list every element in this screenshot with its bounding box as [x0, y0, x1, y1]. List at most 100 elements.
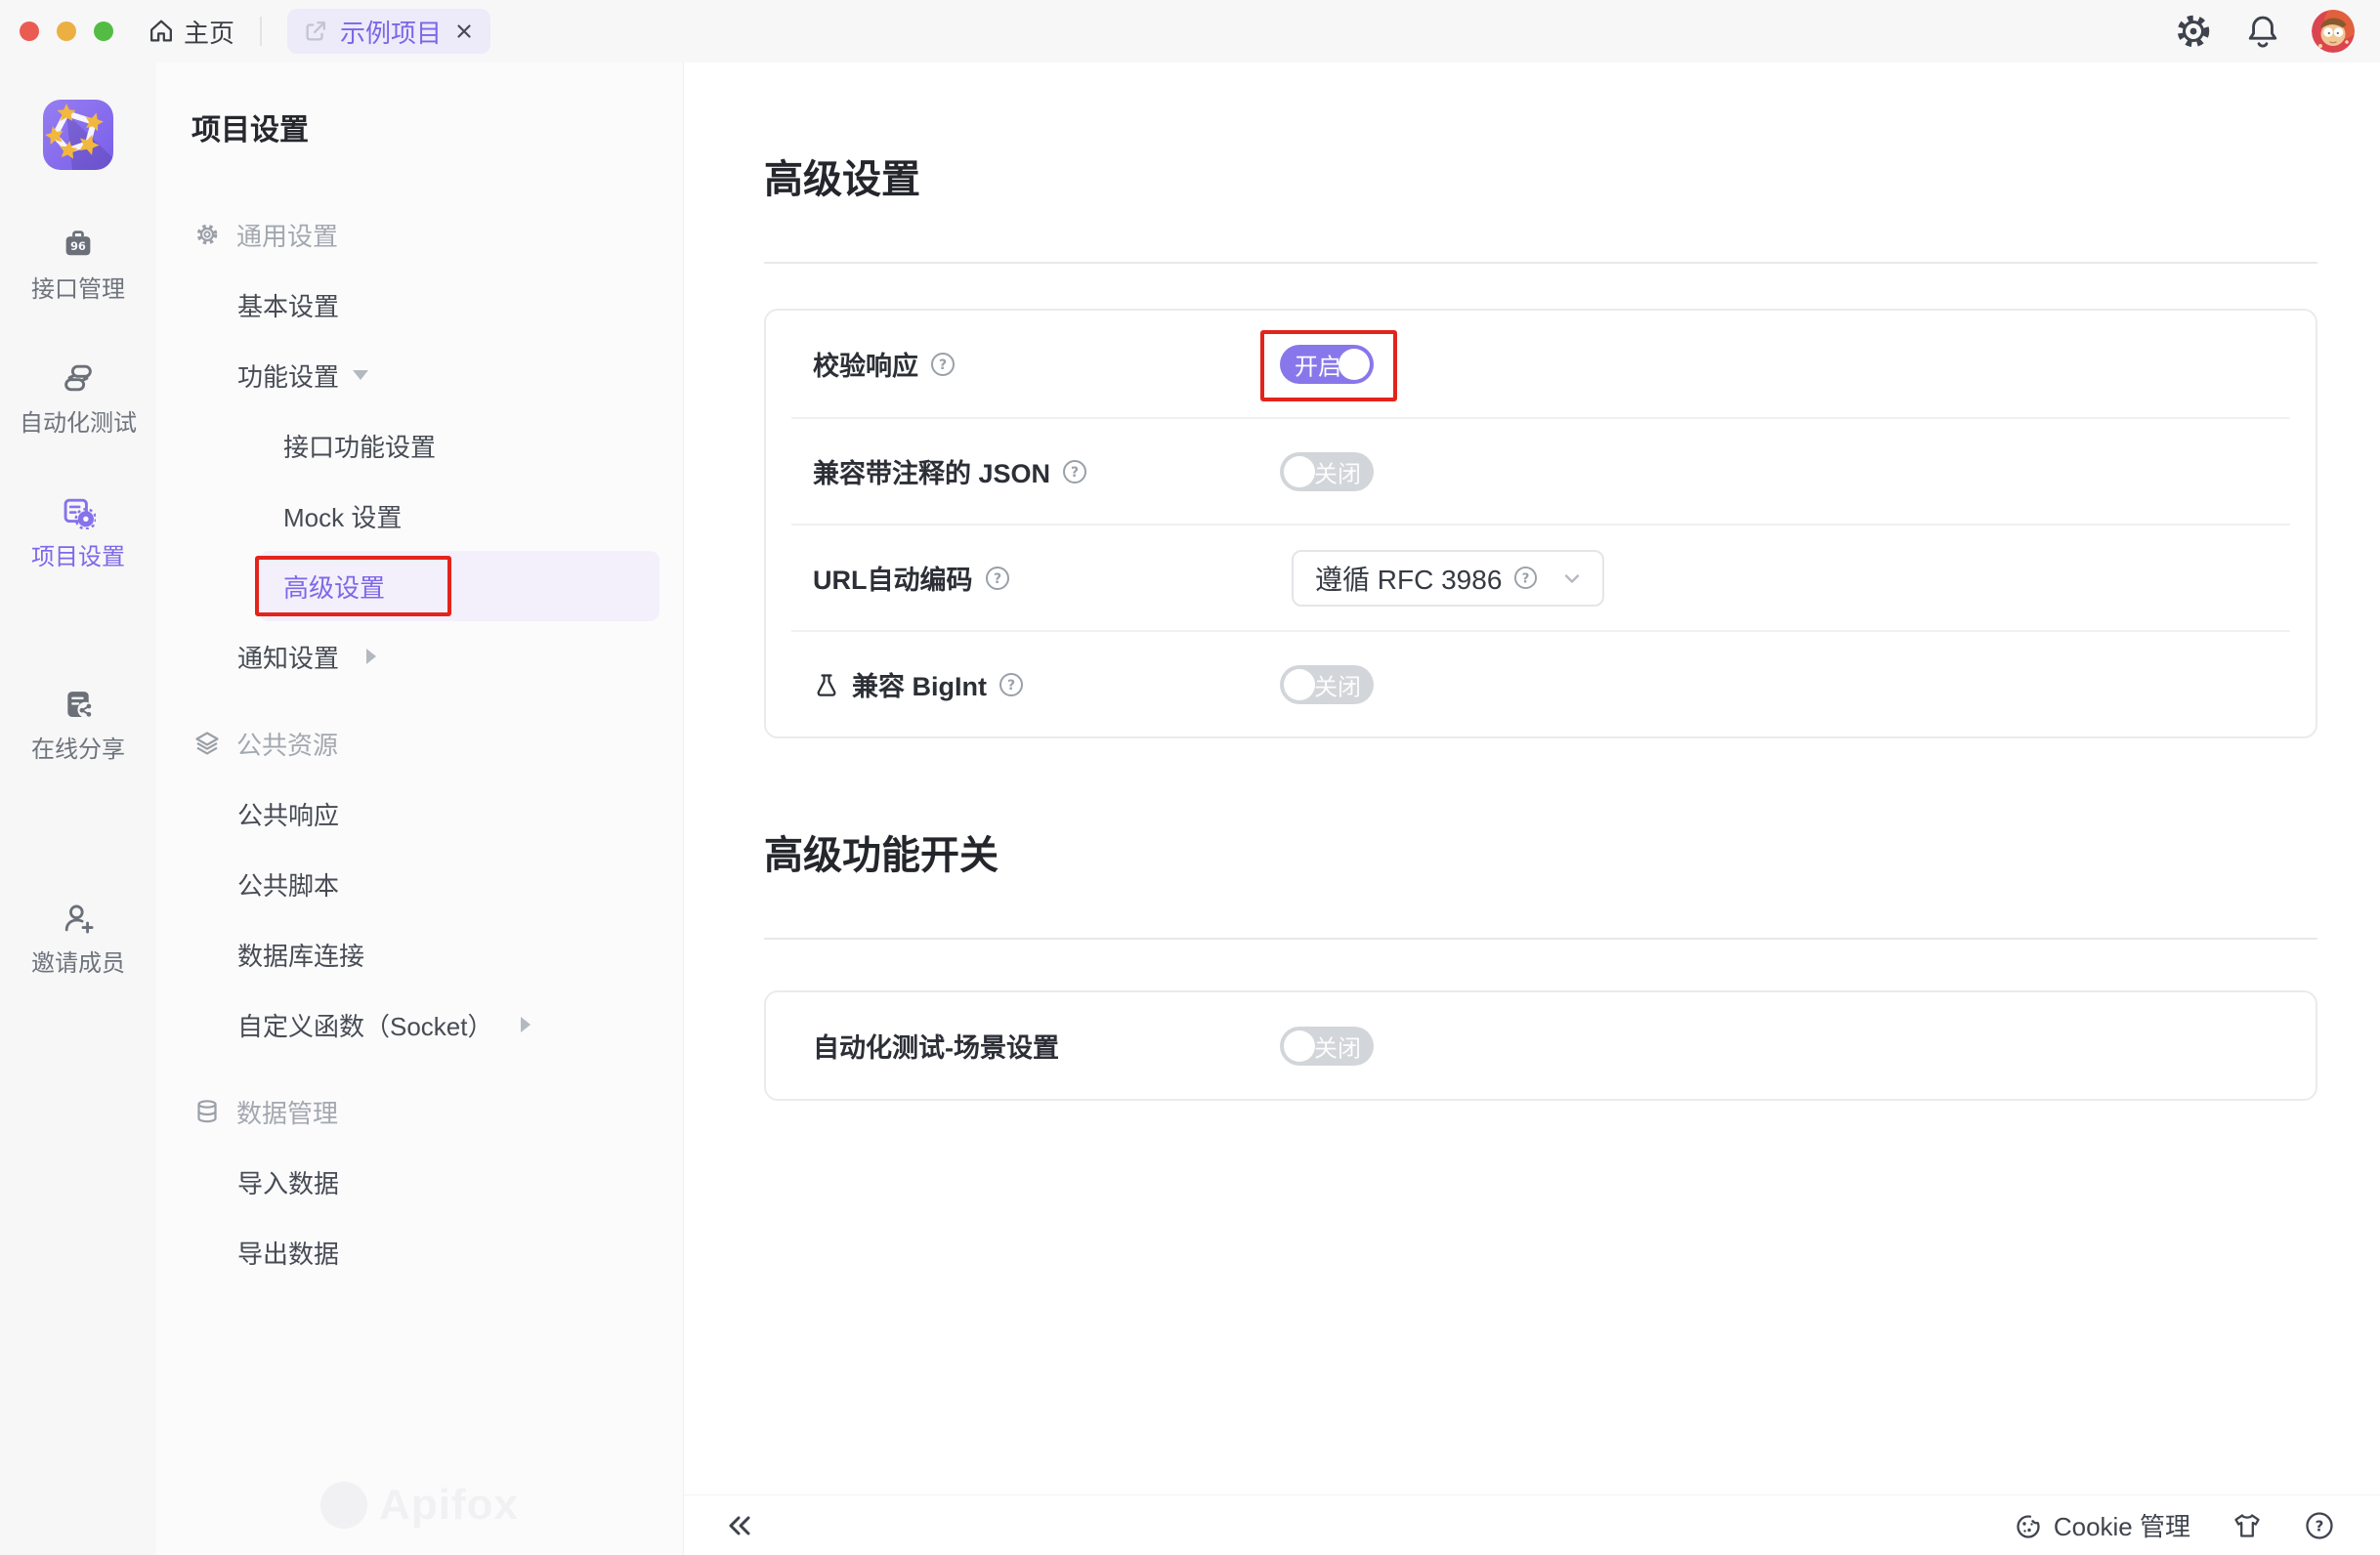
menu-group-shared-resources[interactable]: 公共资源 [156, 708, 683, 778]
setting-label: 兼容 BigInt [852, 665, 987, 703]
advanced-settings-card: 校验响应 ? 开启 [764, 309, 2317, 738]
collapse-sidebar-icon[interactable] [723, 1509, 756, 1542]
user-avatar[interactable] [2312, 10, 2355, 53]
menu-label: Mock 设置 [283, 498, 402, 534]
chevron-down-icon [353, 370, 368, 380]
bottom-bar: Cookie 管理 ? [684, 1494, 2380, 1555]
svg-text:?: ? [1007, 678, 1015, 693]
help-circle-icon[interactable]: ? [2304, 1510, 2335, 1541]
rail-label: 项目设置 [31, 537, 125, 571]
rail-label: 邀请成员 [31, 944, 125, 978]
cookie-manager-label: Cookie 管理 [2054, 1507, 2190, 1543]
menu-item-notification-settings[interactable]: 通知设置 [156, 621, 683, 692]
home-tab[interactable]: 主页 [147, 14, 234, 50]
toggle-auto-test-scenario-off[interactable]: 关闭 [1280, 1027, 1374, 1066]
url-encoding-select[interactable]: 遵循 RFC 3986 ? [1292, 550, 1604, 607]
close-window-button[interactable] [20, 21, 39, 41]
rail-item-automated-testing[interactable]: 自动化测试 [0, 360, 156, 438]
menu-item-database-connections[interactable]: 数据库连接 [156, 919, 683, 989]
app-window: 主页 示例项目 [0, 0, 2380, 1555]
menu-item-export-data[interactable]: 导出数据 [156, 1217, 683, 1287]
automated-testing-icon [61, 360, 96, 396]
rail-label: 自动化测试 [20, 403, 137, 438]
toggle-knob [1339, 349, 1370, 380]
menu-label: 通知设置 [237, 639, 339, 675]
layers-icon [193, 730, 221, 757]
gear-icon [193, 221, 221, 248]
app-logo [43, 100, 113, 170]
toggle-label: 关闭 [1314, 667, 1361, 701]
settings-menu: 通用设置 基本设置 功能设置 接口功能设置 Mock 设置 高级设置 [156, 199, 683, 1287]
menu-label: 自定义函数（Socket） [237, 1007, 493, 1043]
rail-item-project-settings[interactable]: 项目设置 [0, 494, 156, 571]
chevron-down-icon [1559, 566, 1585, 591]
help-icon[interactable]: ? [930, 352, 956, 377]
menu-label: 公共脚本 [237, 866, 339, 903]
menu-group-general-settings[interactable]: 通用设置 [156, 199, 683, 270]
invite-member-icon [61, 901, 96, 936]
section-divider [764, 262, 2317, 264]
help-icon[interactable]: ? [985, 566, 1010, 591]
rail-item-online-share[interactable]: 在线分享 [0, 687, 156, 764]
menu-label: 数据管理 [236, 1094, 338, 1130]
zoom-window-button[interactable] [94, 21, 113, 41]
rail-item-api-management[interactable]: 96 接口管理 [0, 227, 156, 304]
cookie-manager-button[interactable]: Cookie 管理 [2013, 1507, 2190, 1543]
theme-shirt-icon[interactable] [2231, 1510, 2263, 1541]
traffic-lights [0, 21, 125, 41]
help-icon[interactable]: ? [1062, 459, 1087, 484]
menu-label: 功能设置 [237, 357, 339, 394]
section-title-advanced-feature-switches: 高级功能开关 [764, 832, 2317, 879]
help-icon[interactable]: ? [1513, 566, 1538, 590]
project-settings-icon [61, 494, 96, 529]
menu-item-api-feature-settings[interactable]: 接口功能设置 [156, 410, 683, 481]
menu-item-basic-settings[interactable]: 基本设置 [156, 270, 683, 340]
toggle-label: 开启 [1295, 347, 1341, 381]
svg-text:?: ? [1071, 465, 1079, 481]
setting-row-url-encoding: URL自动编码 ? 遵循 RFC 3986 ? [791, 524, 2290, 630]
toggle-json-comments-off[interactable]: 关闭 [1280, 452, 1374, 491]
notifications-bell-icon[interactable] [2243, 12, 2282, 51]
toggle-label: 关闭 [1314, 1029, 1361, 1063]
menu-item-custom-functions[interactable]: 自定义函数（Socket） [156, 989, 683, 1060]
menu-label: 数据库连接 [237, 937, 364, 973]
project-tab[interactable]: 示例项目 [287, 9, 490, 54]
sidebar-title: 项目设置 [191, 105, 683, 148]
toggle-validate-response-on[interactable]: 开启 [1280, 345, 1374, 384]
toggle-knob [1284, 669, 1315, 700]
close-tab-icon[interactable] [453, 21, 475, 42]
online-share-icon [61, 687, 96, 722]
help-icon[interactable]: ? [999, 672, 1024, 697]
select-value: 遵循 RFC 3986 [1315, 559, 1502, 598]
menu-item-shared-responses[interactable]: 公共响应 [156, 778, 683, 849]
project-tab-label: 示例项目 [340, 14, 442, 50]
menu-label: 公共资源 [236, 726, 338, 762]
menu-label: 高级设置 [283, 568, 385, 605]
menu-item-advanced-settings[interactable]: 高级设置 [259, 551, 659, 621]
setting-label: URL自动编码 [813, 559, 973, 597]
cookie-icon [2013, 1510, 2044, 1541]
rail-item-invite-members[interactable]: 邀请成员 [0, 901, 156, 978]
section-title-advanced-settings: 高级设置 [764, 156, 2317, 203]
menu-item-shared-scripts[interactable]: 公共脚本 [156, 849, 683, 919]
menu-label: 导入数据 [237, 1164, 339, 1200]
watermark-logo [320, 1482, 367, 1529]
rail-label: 接口管理 [31, 270, 125, 304]
setting-row-json-comments: 兼容带注释的 JSON ? 关闭 [791, 417, 2290, 524]
toggle-bigint-off[interactable]: 关闭 [1280, 665, 1374, 704]
menu-group-data-management[interactable]: 数据管理 [156, 1076, 683, 1147]
apifox-watermark: Apifox [156, 1481, 683, 1530]
settings-sidebar: 项目设置 通用设置 基本设置 功能设置 [156, 63, 684, 1555]
svg-text:?: ? [993, 571, 1000, 587]
menu-item-feature-settings[interactable]: 功能设置 [156, 340, 683, 410]
menu-label: 通用设置 [236, 217, 338, 253]
left-rail: 96 接口管理 自动化测试 [0, 63, 156, 1555]
svg-text:?: ? [1522, 571, 1530, 586]
svg-text:96: 96 [70, 240, 86, 253]
minimize-window-button[interactable] [57, 21, 76, 41]
menu-item-import-data[interactable]: 导入数据 [156, 1147, 683, 1217]
settings-gear-icon[interactable] [2173, 11, 2214, 52]
menu-item-mock-settings[interactable]: Mock 设置 [156, 481, 683, 551]
open-project-icon [303, 19, 328, 44]
watermark-text: Apifox [379, 1481, 519, 1530]
